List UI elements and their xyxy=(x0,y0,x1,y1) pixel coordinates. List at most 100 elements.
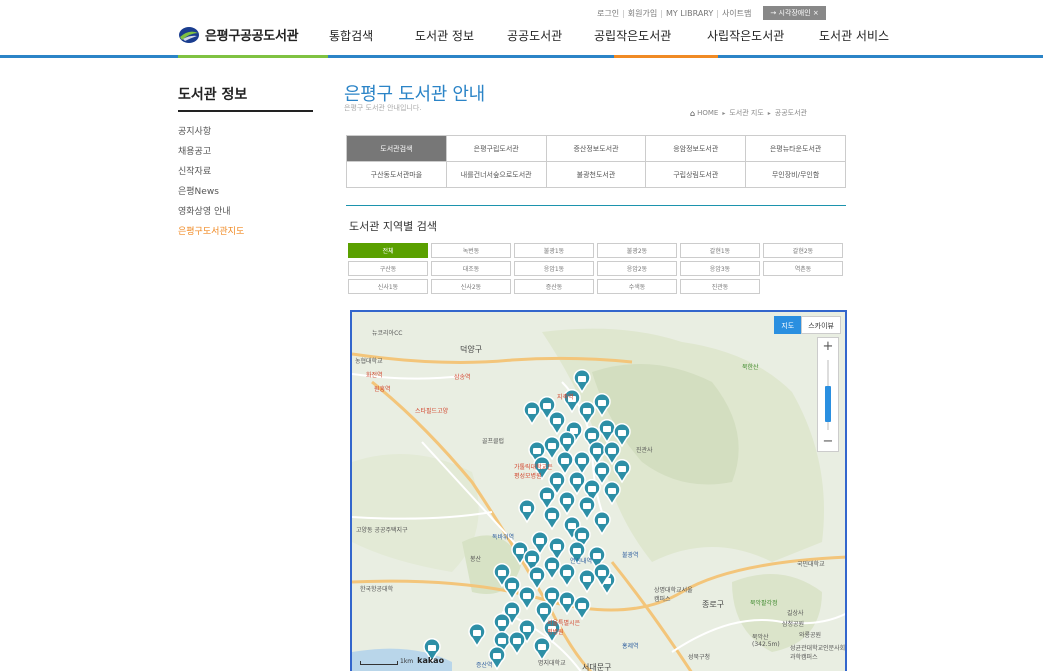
chevron-right-icon: ▸ xyxy=(722,109,726,117)
map-label: 고양동 공공주택지구 xyxy=(356,527,408,534)
map-type-roadmap-button[interactable]: 지도 xyxy=(774,316,802,334)
separator: | xyxy=(660,8,663,18)
region-button[interactable]: 불광2동 xyxy=(597,243,677,258)
library-marker-icon[interactable] xyxy=(573,451,591,476)
region-button[interactable]: 수색동 xyxy=(597,279,677,294)
nav-public-library[interactable]: 공공도서관 xyxy=(507,27,594,44)
region-button[interactable]: 역촌동 xyxy=(763,261,843,276)
region-button[interactable]: 갈현1동 xyxy=(680,243,760,258)
library-marker-icon[interactable] xyxy=(533,637,551,662)
library-tab[interactable]: 내를건너서숲으로도서관 xyxy=(446,162,547,188)
region-button[interactable]: 구산동 xyxy=(348,261,428,276)
scale-bar xyxy=(360,661,398,665)
map-canvas xyxy=(352,328,845,671)
library-marker-icon[interactable] xyxy=(558,431,576,456)
library-marker-icon[interactable] xyxy=(518,499,536,524)
library-marker-icon[interactable] xyxy=(568,471,586,496)
sidebar-item-new-materials[interactable]: 신작자료 xyxy=(178,165,244,185)
zoom-control: + − xyxy=(817,337,839,452)
map-label: 원흥역 xyxy=(374,386,391,393)
section-divider xyxy=(346,205,846,206)
map-label: 지축역 xyxy=(557,394,574,401)
map-label: 독바위역 xyxy=(492,534,515,541)
library-marker-icon[interactable] xyxy=(518,586,536,611)
sidebar-item-movie[interactable]: 영화상영 안내 xyxy=(178,205,244,225)
region-button[interactable]: 녹번동 xyxy=(431,243,511,258)
region-button[interactable]: 신사2동 xyxy=(431,279,511,294)
zoom-in-button[interactable]: + xyxy=(818,338,838,356)
library-marker-icon[interactable] xyxy=(558,491,576,516)
library-marker-icon[interactable] xyxy=(588,441,606,466)
region-button[interactable]: 증산동 xyxy=(514,279,594,294)
library-marker-icon[interactable] xyxy=(508,631,526,656)
zoom-out-button[interactable]: − xyxy=(818,433,838,451)
breadcrumb-current: 공공도서관 xyxy=(774,109,807,117)
map-label: 봉산 xyxy=(470,556,482,563)
region-button[interactable]: 진관동 xyxy=(680,279,760,294)
region-button[interactable]: 응암3동 xyxy=(680,261,760,276)
region-button[interactable]: 불광1동 xyxy=(514,243,594,258)
site-logo[interactable]: 은평구공공도서관 xyxy=(178,25,299,44)
library-tab[interactable]: 불광천도서관 xyxy=(546,162,647,188)
nav-library-info[interactable]: 도서관 정보 xyxy=(415,27,507,44)
library-tab[interactable]: 무인장비/무인함 xyxy=(746,162,846,188)
library-marker-icon[interactable] xyxy=(593,511,611,536)
library-marker-icon[interactable] xyxy=(468,623,486,648)
library-marker-icon[interactable] xyxy=(556,451,574,476)
zoom-slider-handle[interactable] xyxy=(825,386,831,422)
sidebar-item-news[interactable]: 은평News xyxy=(178,185,244,205)
map-label: 상명대학교서울캠퍼스 xyxy=(654,587,693,603)
map-type-skyview-button[interactable]: 스카이뷰 xyxy=(801,316,841,334)
library-marker-icon[interactable] xyxy=(503,576,521,601)
map-label: 홍제역 xyxy=(622,643,639,650)
home-icon: ⌂ xyxy=(690,108,696,118)
library-tab[interactable]: 은평구립도서관 xyxy=(446,136,547,162)
region-button[interactable]: 전체 xyxy=(348,243,428,258)
library-marker-icon[interactable] xyxy=(548,411,566,436)
map-label: 불광역 xyxy=(622,552,639,559)
region-button[interactable]: 응암2동 xyxy=(597,261,677,276)
library-marker-icon[interactable] xyxy=(578,496,596,521)
library-marker-icon[interactable] xyxy=(573,596,591,621)
region-button[interactable]: 신사1동 xyxy=(348,279,428,294)
library-tab[interactable]: 도서관검색 xyxy=(347,136,447,162)
region-button[interactable]: 갈현2동 xyxy=(763,243,843,258)
nav-private-small-library[interactable]: 사립작은도서관 xyxy=(707,27,819,44)
map-label: 덕양구 xyxy=(460,345,483,354)
sidebar-item-library-map[interactable]: 은평구도서관지도 xyxy=(178,225,244,245)
sidebar-item-notice[interactable]: 공지사항 xyxy=(178,125,244,145)
library-marker-icon[interactable] xyxy=(558,563,576,588)
library-marker-icon[interactable] xyxy=(543,506,561,531)
breadcrumb-home[interactable]: HOME xyxy=(697,109,718,117)
region-button[interactable]: 대조동 xyxy=(431,261,511,276)
library-marker-icon[interactable] xyxy=(523,401,541,426)
nav-integrated-search[interactable]: 통합검색 xyxy=(329,27,415,44)
my-library-link[interactable]: MY LIBRARY xyxy=(666,9,713,18)
accessibility-label: 시각장애인 xyxy=(778,9,811,17)
sidebar-divider xyxy=(178,110,313,112)
map-label: 삼청공원 xyxy=(782,621,805,628)
library-marker-icon[interactable] xyxy=(578,569,596,594)
library-marker-icon[interactable] xyxy=(558,591,576,616)
library-map[interactable]: 뉴코리아CC 농협대학교 원흥역 덕양구 삼송역 스타필드고양 지축역 골프클럽… xyxy=(350,310,847,671)
library-marker-icon[interactable] xyxy=(538,486,556,511)
sitemap-link[interactable]: 사이트맵 xyxy=(722,8,751,19)
signup-link[interactable]: 회원가입 xyxy=(628,8,657,19)
page: 로그인 | 회원가입 | MY LIBRARY | 사이트맵 → 시각장애인 ×… xyxy=(0,0,1043,671)
nav-library-services[interactable]: 도서관 서비스 xyxy=(819,27,909,44)
breadcrumb-library-map[interactable]: 도서관 지도 xyxy=(729,108,763,118)
library-marker-icon[interactable] xyxy=(528,566,546,591)
library-tab[interactable]: 증산정보도서관 xyxy=(546,136,647,162)
library-tab[interactable]: 은평뉴타운도서관 xyxy=(746,136,846,162)
nav-public-small-library[interactable]: 공립작은도서관 xyxy=(594,27,707,44)
sidebar-item-recruitment[interactable]: 채용공고 xyxy=(178,145,244,165)
close-icon: × xyxy=(810,9,819,17)
library-tab[interactable]: 응암정보도서관 xyxy=(646,136,747,162)
library-tab[interactable]: 구립상림도서관 xyxy=(646,162,747,188)
library-tab[interactable]: 구산동도서관마을 xyxy=(347,162,447,188)
logo-text: 은평구공공도서관 xyxy=(205,29,299,44)
login-link[interactable]: 로그인 xyxy=(597,8,619,19)
library-marker-icon[interactable] xyxy=(543,556,561,581)
region-button[interactable]: 응암1동 xyxy=(514,261,594,276)
accessibility-button[interactable]: → 시각장애인 × xyxy=(763,6,826,20)
